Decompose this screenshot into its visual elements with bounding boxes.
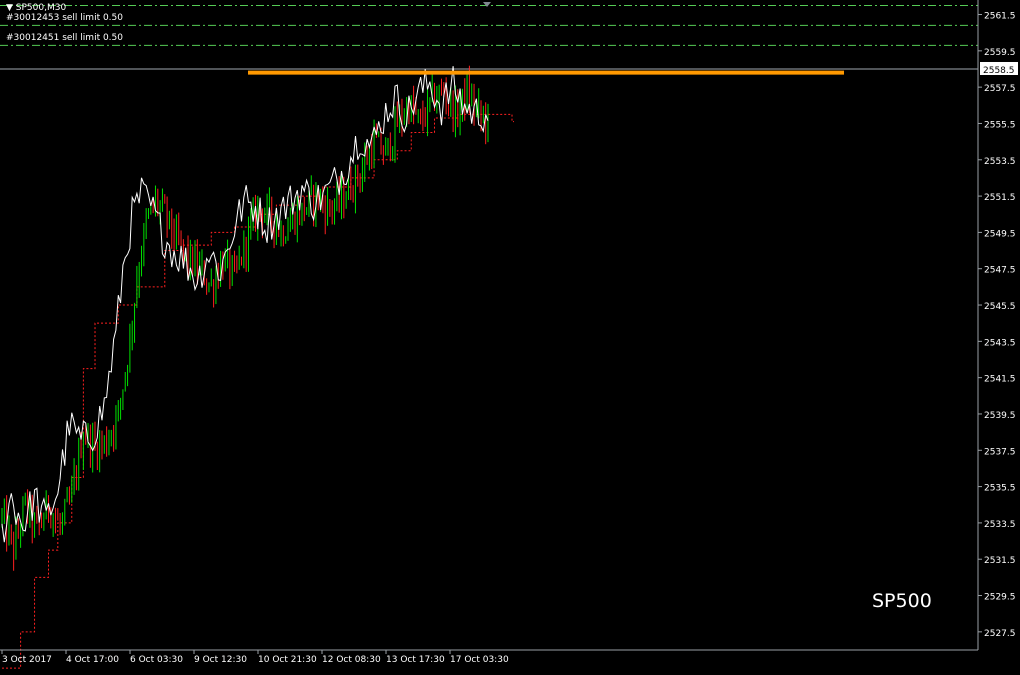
y-tick-label: 2545.5 [984, 302, 1016, 312]
y-tick-label: 2551.5 [984, 193, 1016, 203]
symbol-text: SP500,M30 [15, 3, 67, 13]
y-tick-label: 2539.5 [984, 411, 1016, 421]
y-tick-label: 2531.5 [984, 556, 1016, 566]
y-tick-label: 2553.5 [984, 157, 1016, 167]
order-label: #30012455 sell limit 0.50 [6, 0, 123, 3]
y-tick-label: 2533.5 [984, 520, 1016, 530]
symbol-label: ▼ SP500,M30 [6, 3, 67, 13]
y-tick-label: 2537.5 [984, 447, 1016, 457]
current-price-label: 2558.5 [983, 66, 1015, 76]
y-tick-label: 2559.5 [984, 48, 1016, 58]
x-tick-label: 3 Oct 2017 [2, 655, 52, 665]
y-tick-label: 2555.5 [984, 120, 1016, 130]
y-tick-label: 2543.5 [984, 338, 1016, 348]
x-tick-label: 9 Oct 12:30 [194, 655, 247, 665]
y-tick-label: 2535.5 [984, 484, 1016, 494]
x-tick-label: 6 Oct 03:30 [130, 655, 183, 665]
x-tick-label: 10 Oct 21:30 [258, 655, 317, 665]
order-label: #30012451 sell limit 0.50 [6, 33, 123, 44]
chart: 2561.5 2559.5 2557.5 2555.5 2553.5 2551.5 2549… [0, 0, 1020, 671]
y-tick-label: 2527.5 [984, 629, 1016, 639]
y-tick-label: 2557.5 [984, 84, 1016, 94]
x-tick-label: 12 Oct 08:30 [322, 655, 381, 665]
y-tick-label: 2549.5 [984, 229, 1016, 239]
y-tick-label: 2561.5 [984, 12, 1016, 22]
y-tick-label: 2541.5 [984, 375, 1016, 385]
y-tick-label: 2529.5 [984, 593, 1016, 603]
x-tick-label: 4 Oct 17:00 [66, 655, 119, 665]
price-chart-svg: 2561.5 2559.5 2557.5 2555.5 2553.5 2551.5 2549… [0, 0, 1020, 671]
order-label: #30012453 sell limit 0.50 [6, 13, 123, 24]
x-tick-label: 17 Oct 03:30 [450, 655, 509, 665]
x-tick-label: 13 Oct 17:30 [386, 655, 445, 665]
y-tick-label: 2547.5 [984, 266, 1016, 276]
chart-watermark: SP500 [872, 590, 932, 612]
